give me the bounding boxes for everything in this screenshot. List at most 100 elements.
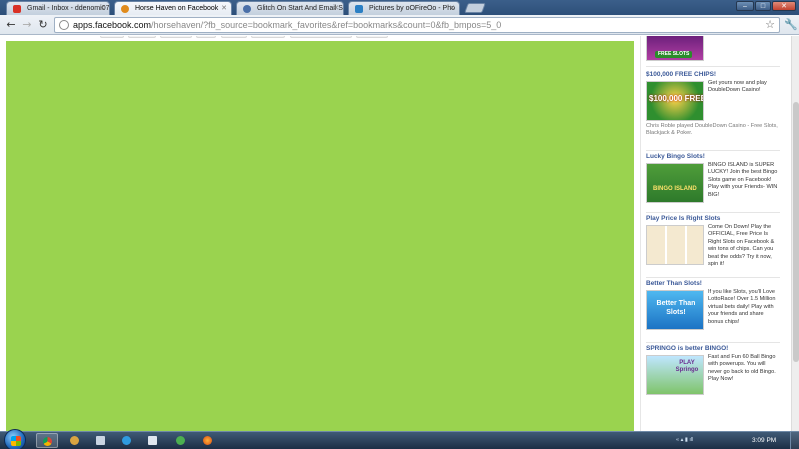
start-button[interactable] — [4, 429, 26, 449]
minimize-button[interactable]: – — [736, 1, 754, 11]
new-tab-button[interactable] — [464, 3, 486, 13]
tab-horse-haven[interactable]: Horse Haven on Facebook ✕ — [114, 1, 232, 15]
ad-title[interactable]: SPRINGO is better BINGO! — [646, 345, 780, 353]
windows-logo-icon — [11, 436, 21, 446]
ad-title[interactable]: Better Than Slots! — [646, 280, 780, 288]
minimize-icon: – — [743, 3, 747, 10]
ad-social-context: Chris Roble played DoubleDown Casino - F… — [646, 123, 778, 137]
photobucket-icon — [355, 5, 363, 13]
ad-title[interactable]: Play Price Is Right Slots — [646, 215, 780, 223]
show-desktop-button[interactable] — [790, 432, 799, 449]
bookmark-star-icon[interactable]: ☆ — [765, 18, 775, 32]
screen: Gmail - Inbox - ddenomi07 ✕ Horse Haven … — [0, 0, 799, 449]
forward-arrow-icon: → — [22, 18, 32, 31]
casino-chips-ad-image[interactable]: $100,000 FREE CHIPS! — [646, 81, 704, 121]
ad-thumb-text: BINGO ISLAND — [653, 186, 697, 192]
game-nav-tab[interactable] — [290, 36, 352, 38]
address-bar[interactable]: apps.facebook.com/horsehaven/?fb_source=… — [54, 17, 780, 33]
ad-doubledown-casino[interactable]: $100,000 FREE CHIPS! $100,000 FREE CHIPS… — [646, 71, 780, 151]
ad-body: Come On Down! Play the OFFICIAL, Free Pr… — [708, 224, 775, 268]
tab-label: Pictures by oOFireOo - Pho — [369, 5, 455, 12]
horse-haven-icon — [121, 5, 129, 13]
maximize-icon: □ — [760, 3, 766, 10]
springo-bunny-ad-image[interactable]: PLAY Springo — [646, 355, 704, 395]
app-icon — [122, 436, 131, 445]
free-slots-label: FREE SLOTS — [655, 51, 693, 58]
ad-divider — [646, 66, 780, 67]
taskbar-clock[interactable]: 3:09 PM — [752, 432, 776, 449]
taskbar-app[interactable] — [142, 433, 164, 448]
tab-label: Glitch On Start And Email S — [257, 5, 343, 12]
game-nav-tab[interactable] — [221, 36, 247, 38]
tab-glitch[interactable]: Glitch On Start And Email S ✕ — [236, 1, 344, 15]
windows-taskbar: « ▴ ▮ ıll 3:09 PM — [0, 429, 799, 449]
page-globe-icon — [59, 20, 69, 30]
maximize-button[interactable]: □ — [755, 1, 771, 11]
ads-sidebar: FREE SLOTS $100,000 FREE CHIPS! $100,000… — [640, 36, 782, 431]
taskbar-chrome[interactable] — [36, 433, 58, 448]
ad-body: Get yours now and play DoubleDown Casino… — [708, 80, 767, 94]
ad-price-is-right-slots[interactable]: Play Price Is Right Slots Come On Down! … — [646, 215, 780, 277]
ad-title[interactable]: $100,000 FREE CHIPS! — [646, 71, 780, 79]
game-nav-tab[interactable] — [356, 36, 388, 38]
system-tray[interactable]: « ▴ ▮ ıll — [676, 435, 744, 446]
ad-body: Fast and Fun 60 Ball Bingo with powerups… — [708, 354, 776, 383]
game-nav-tab[interactable] — [128, 36, 156, 38]
ad-lottorace[interactable]: Better Than Slots! Better Than Slots! If… — [646, 280, 780, 342]
gmail-icon — [13, 5, 21, 13]
back-arrow-icon: ← — [6, 18, 16, 31]
browser-tab-strip: Gmail - Inbox - ddenomi07 ✕ Horse Haven … — [0, 0, 799, 15]
tab-photobucket[interactable]: Pictures by oOFireOo - Pho ✕ — [348, 1, 460, 15]
app-icon — [176, 436, 185, 445]
browser-toolbar: ← → ↻ apps.facebook.com/horsehaven/?fb_s… — [0, 15, 799, 35]
game-canvas[interactable] — [6, 41, 634, 431]
reload-icon: ↻ — [38, 18, 48, 31]
url-text[interactable]: apps.facebook.com/horsehaven/?fb_source=… — [73, 19, 501, 32]
ad-title[interactable]: Lucky Bingo Slots! — [646, 153, 780, 161]
reload-button[interactable]: ↻ — [36, 18, 50, 32]
ad-body: BINGO ISLAND is SUPER LUCKY! Join the be… — [708, 162, 778, 198]
taskbar-app[interactable] — [90, 433, 112, 448]
app-icon — [96, 436, 105, 445]
slot-reels-ad-image[interactable] — [646, 225, 704, 265]
ad-thumb-text: $100,000 FREE CHIPS! — [649, 94, 704, 103]
ad-divider — [646, 150, 780, 151]
ad-divider — [646, 277, 780, 278]
taskbar-app[interactable] — [170, 433, 192, 448]
back-button[interactable]: ← — [4, 18, 18, 32]
tab-close-icon[interactable]: ✕ — [333, 2, 339, 15]
tab-close-icon[interactable]: ✕ — [221, 2, 227, 15]
chrome-icon — [43, 437, 52, 446]
ad-bingo-island[interactable]: Lucky Bingo Slots! BINGO ISLAND BINGO IS… — [646, 153, 780, 211]
taskbar-firefox[interactable] — [197, 433, 219, 448]
game-nav-tab[interactable] — [251, 36, 285, 38]
ad-springo[interactable]: SPRINGO is better BINGO! PLAY Springo Fa… — [646, 345, 780, 407]
forum-icon — [243, 5, 251, 13]
ad-divider — [646, 212, 780, 213]
bingo-island-ad-image[interactable]: BINGO ISLAND — [646, 163, 704, 203]
tab-close-icon[interactable]: ✕ — [449, 2, 455, 15]
close-window-button[interactable]: ✕ — [772, 1, 796, 11]
tab-label: Gmail - Inbox - ddenomi07 — [27, 5, 110, 12]
taskbar-app[interactable] — [64, 433, 86, 448]
tab-close-icon[interactable]: ✕ — [99, 2, 105, 15]
tab-gmail[interactable]: Gmail - Inbox - ddenomi07 ✕ — [6, 1, 110, 15]
game-nav-tab[interactable] — [160, 36, 192, 38]
page-scrollbar[interactable] — [791, 36, 799, 431]
game-nav-tab[interactable] — [100, 36, 124, 38]
better-than-slots-ad-image[interactable]: Better Than Slots! — [646, 290, 704, 330]
scrollbar-thumb[interactable] — [793, 102, 799, 362]
ad-thumb-text: PLAY Springo — [675, 360, 699, 373]
forward-button[interactable]: → — [20, 18, 34, 32]
close-icon: ✕ — [781, 3, 787, 10]
free-slots-ad-image[interactable]: FREE SLOTS — [646, 36, 704, 61]
url-host: apps.facebook.com — [73, 20, 152, 30]
game-nav-tab[interactable] — [196, 36, 216, 38]
taskbar-app[interactable] — [116, 433, 138, 448]
ad-body: If you like Slots, you'll Love LottoRace… — [708, 289, 776, 325]
ad-thumb-text: Better Than Slots! — [656, 300, 696, 316]
page-content: FREE SLOTS $100,000 FREE CHIPS! $100,000… — [0, 36, 791, 431]
tab-label: Horse Haven on Facebook — [135, 5, 219, 12]
wrench-menu-icon[interactable]: 🔧 — [784, 18, 798, 32]
ad-divider — [646, 342, 780, 343]
